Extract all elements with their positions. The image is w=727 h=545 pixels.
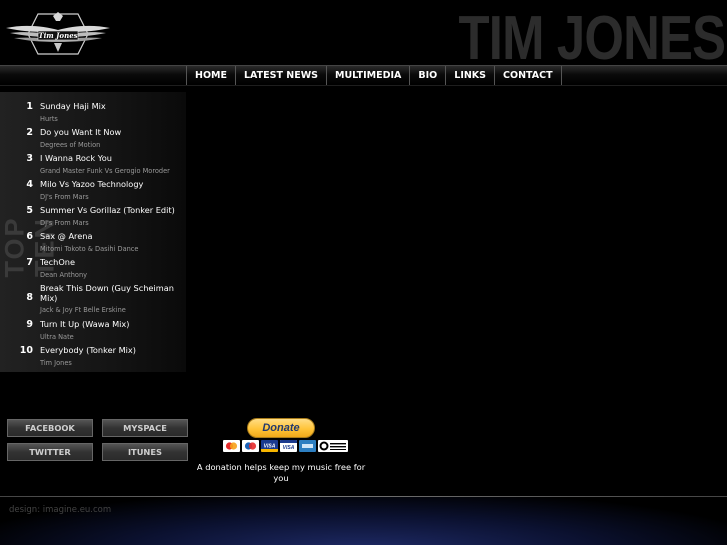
track-artist[interactable]: Grand Master Funk Vs Gerogio Moroder — [40, 167, 170, 175]
direct-debit-icon — [318, 440, 348, 452]
track-title[interactable]: Break This Down (Guy Scheiman Mix) — [40, 283, 184, 303]
track-artist[interactable]: DJ's From Mars — [40, 219, 89, 227]
track-artist[interactable]: Hurts — [40, 115, 58, 123]
main-nav: HOME LATEST NEWS MULTIMEDIA BIO LINKS CO… — [186, 66, 562, 85]
track-artist[interactable]: Degrees of Motion — [40, 141, 100, 149]
donation-message: A donation helps keep my music free for … — [196, 462, 366, 483]
track-title[interactable]: I Wanna Rock You — [40, 153, 184, 163]
track-artist[interactable]: Mitomi Tokoto & Dasihi Dance — [40, 245, 138, 253]
track-artist[interactable]: Dean Anthony — [40, 271, 87, 279]
track-number: 9 — [26, 319, 33, 330]
nav-multimedia[interactable]: MULTIMEDIA — [326, 66, 409, 85]
track-title[interactable]: Do you Want It Now — [40, 127, 184, 137]
amex-icon — [299, 440, 316, 452]
track-number: 4 — [26, 179, 33, 190]
nav-bio[interactable]: BIO — [409, 66, 445, 85]
top-ten-label: TOP TEN — [0, 216, 60, 278]
track-number: 3 — [26, 153, 33, 164]
track-number: 6 — [26, 231, 33, 242]
visa-icon: VISA — [261, 440, 278, 452]
track-title[interactable]: Turn It Up (Wawa Mix) — [40, 319, 184, 329]
svg-text:VISA: VISA — [264, 444, 276, 450]
itunes-button[interactable]: ITUNES — [102, 443, 188, 461]
track-number: 8 — [26, 292, 33, 303]
nav-links[interactable]: LINKS — [445, 66, 494, 85]
nav-contact[interactable]: CONTACT — [494, 66, 562, 85]
site-title: TIM JONES — [458, 4, 725, 73]
track-number: 7 — [26, 257, 33, 268]
track-number: 1 — [26, 101, 33, 112]
track-title[interactable]: Sunday Haji Mix — [40, 101, 184, 111]
track-title[interactable]: TechOne — [40, 257, 184, 267]
myspace-button[interactable]: MYSPACE — [102, 419, 188, 437]
nav-latest-news[interactable]: LATEST NEWS — [234, 66, 326, 85]
maestro-icon — [242, 440, 259, 452]
track-number: 2 — [26, 127, 33, 138]
track-title[interactable]: Sax @ Arena — [40, 231, 184, 241]
track-title[interactable]: Everybody (Tonker Mix) — [40, 345, 184, 355]
track-title[interactable]: Milo Vs Yazoo Technology — [40, 179, 184, 189]
track-artist[interactable]: Tim Jones — [40, 359, 72, 367]
track-artist[interactable]: Jack & Joy Ft Belle Erskine — [40, 306, 126, 314]
svg-text:VISA: VISA — [283, 445, 295, 451]
eagle-logo[interactable]: Tim Jones — [4, 10, 112, 58]
track-artist[interactable]: Ultra Nate — [40, 333, 74, 341]
track-number: 5 — [26, 205, 33, 216]
track-title[interactable]: Summer Vs Gorillaz (Tonker Edit) — [40, 205, 184, 215]
track-artist[interactable]: DJ's From Mars — [40, 193, 89, 201]
visa-electron-icon: VISA — [280, 440, 297, 452]
top-ten-panel: TOP TEN 1 Sunday Haji Mix Hurts 2 Do you… — [0, 92, 186, 372]
mastercard-icon — [223, 440, 240, 452]
navbar: HOME LATEST NEWS MULTIMEDIA BIO LINKS CO… — [0, 65, 727, 86]
twitter-button[interactable]: TWITTER — [7, 443, 93, 461]
payment-cards: VISA VISA — [223, 440, 348, 452]
logo-text: Tim Jones — [38, 31, 77, 40]
track-number: 10 — [19, 345, 33, 356]
donate-button[interactable]: Donate — [247, 418, 315, 438]
nav-home[interactable]: HOME — [186, 66, 235, 85]
page: Tim Jones TIM JONES HOME LATEST NEWS MUL… — [0, 0, 727, 545]
facebook-button[interactable]: FACEBOOK — [7, 419, 93, 437]
design-credit-link[interactable]: design: imagine.eu.com — [9, 505, 111, 515]
